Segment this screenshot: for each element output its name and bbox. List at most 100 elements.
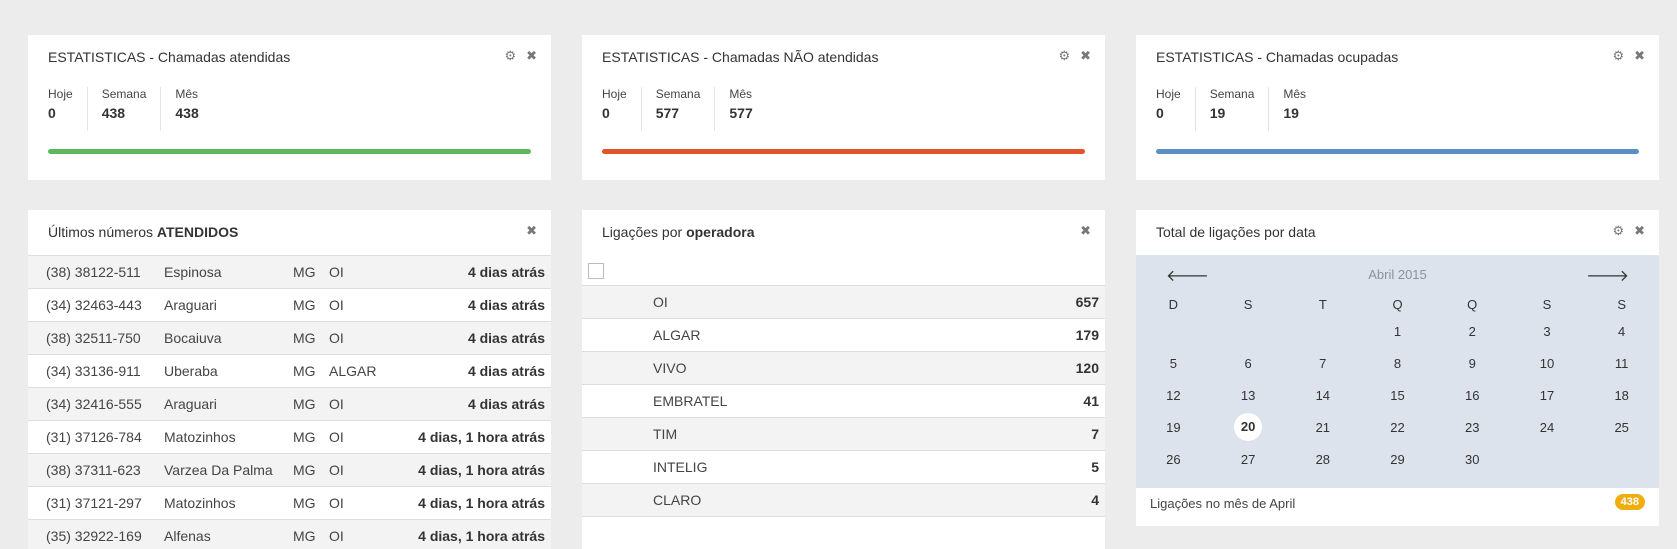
calendar-day[interactable]: 5 bbox=[1136, 356, 1211, 371]
calendar-day[interactable]: 4 bbox=[1584, 324, 1659, 339]
calendar-day[interactable]: 17 bbox=[1510, 388, 1585, 403]
weekday-label: S bbox=[1243, 296, 1253, 312]
weekday-label: D bbox=[1168, 296, 1179, 312]
close-icon[interactable]: ✖ bbox=[526, 48, 537, 64]
select-all-row bbox=[582, 255, 1105, 286]
calendar: 🡐 Abril 2015 🡒 D S T Q Q S S 1 2 3 4 5 6 7 8 9 10 11 12 13 1… bbox=[1136, 255, 1659, 488]
calendar-week: 26 27 28 29 30 bbox=[1136, 443, 1659, 475]
time-ago: 4 dias atrás bbox=[467, 396, 545, 412]
city: Uberaba bbox=[164, 363, 218, 379]
calendar-day[interactable]: 20 bbox=[1211, 413, 1286, 441]
time-ago: 4 dias, 1 hora atrás bbox=[418, 528, 545, 544]
table-row[interactable]: (35) 32922-169 Alfenas MG OI 4 dias, 1 hora … bbox=[28, 520, 551, 549]
calendar-day[interactable]: 23 bbox=[1435, 420, 1510, 435]
state: MG bbox=[293, 396, 316, 412]
calendar-day[interactable]: 22 bbox=[1360, 420, 1435, 435]
calendar-grid: D S T Q Q S S 1 2 3 4 5 6 7 8 9 10 11 12 13 14 15 16 17 18 19 20 21… bbox=[1136, 293, 1659, 475]
operadora-table: OI 657 ALGAR 179 VIVO 120 EMBRATEL 41 TIM 7 INTELI… bbox=[582, 255, 1105, 517]
calendar-day[interactable]: 6 bbox=[1211, 356, 1286, 371]
gear-icon[interactable]: ⚙ bbox=[1612, 48, 1624, 64]
phone-number: (38) 37311-623 bbox=[46, 462, 141, 478]
calendar-day[interactable]: 15 bbox=[1360, 388, 1435, 403]
table-row[interactable]: OI 657 bbox=[582, 286, 1105, 319]
calendar-week: 12 13 14 15 16 17 18 bbox=[1136, 379, 1659, 411]
operator: OI bbox=[329, 330, 344, 346]
table-row[interactable]: (38) 38122-511 Espinosa MG OI 4 dias atrás bbox=[28, 256, 551, 289]
city: Espinosa bbox=[164, 264, 222, 280]
calendar-day[interactable]: 1 bbox=[1360, 324, 1435, 339]
state: MG bbox=[293, 363, 316, 379]
table-row[interactable]: (38) 37311-623 Varzea Da Palma MG OI 4 dias,… bbox=[28, 454, 551, 487]
stat-semana: Semana 577 bbox=[656, 87, 716, 131]
calendar-month: Abril 2015 bbox=[1368, 267, 1427, 282]
city: Varzea Da Palma bbox=[164, 462, 273, 478]
gear-icon[interactable]: ⚙ bbox=[1058, 48, 1070, 64]
calendar-day[interactable]: 19 bbox=[1136, 420, 1211, 435]
stat-hoje: Hoje 0 bbox=[1156, 87, 1196, 131]
calendar-day[interactable]: 11 bbox=[1584, 356, 1659, 371]
time-ago: 4 dias atrás bbox=[467, 297, 545, 313]
city: Matozinhos bbox=[164, 429, 236, 445]
phone-number: (38) 32511-750 bbox=[46, 330, 141, 346]
calendar-day[interactable]: 30 bbox=[1435, 452, 1510, 467]
ligacoes-operadora-widget: Ligações por operadora ✖ OI 657 ALGAR 179 VI… bbox=[582, 210, 1105, 549]
stat-value: 0 bbox=[602, 105, 610, 121]
weekday-label: Q bbox=[1392, 296, 1403, 312]
close-icon[interactable]: ✖ bbox=[526, 223, 537, 239]
calendar-day[interactable]: 7 bbox=[1285, 356, 1360, 371]
calendar-day[interactable]: 2 bbox=[1435, 324, 1510, 339]
table-row[interactable]: EMBRATEL 41 bbox=[582, 385, 1105, 418]
select-all-checkbox[interactable] bbox=[588, 263, 604, 279]
state: MG bbox=[293, 495, 316, 511]
table-row[interactable]: (34) 32416-555 Araguari MG OI 4 dias atrás bbox=[28, 388, 551, 421]
time-ago: 4 dias, 1 hora atrás bbox=[418, 495, 545, 511]
operator-total: 120 bbox=[1075, 360, 1099, 376]
operator-total: 4 bbox=[1091, 492, 1099, 508]
table-row[interactable]: INTELIG 5 bbox=[582, 451, 1105, 484]
table-row[interactable]: VIVO 120 bbox=[582, 352, 1105, 385]
operator: OI bbox=[329, 396, 344, 412]
table-row[interactable]: (34) 33136-911 Uberaba MG ALGAR 4 dias atrás bbox=[28, 355, 551, 388]
calendar-day[interactable]: 26 bbox=[1136, 452, 1211, 467]
time-ago: 4 dias, 1 hora atrás bbox=[418, 462, 545, 478]
calendar-day[interactable]: 9 bbox=[1435, 356, 1510, 371]
table-row[interactable]: (38) 32511-750 Bocaiuva MG OI 4 dias atrás bbox=[28, 322, 551, 355]
calendar-day[interactable]: 16 bbox=[1435, 388, 1510, 403]
calendar-day[interactable]: 18 bbox=[1584, 388, 1659, 403]
table-row[interactable]: (31) 37121-297 Matozinhos MG OI 4 dias, 1 ho… bbox=[28, 487, 551, 520]
calendar-day[interactable]: 14 bbox=[1285, 388, 1360, 403]
stat-semana: Semana 438 bbox=[102, 87, 162, 131]
calendar-day[interactable]: 27 bbox=[1211, 452, 1286, 467]
close-icon[interactable]: ✖ bbox=[1634, 48, 1645, 64]
close-icon[interactable]: ✖ bbox=[1634, 223, 1645, 239]
close-icon[interactable]: ✖ bbox=[1080, 223, 1091, 239]
widget-title: ESTATISTICAS - Chamadas atendidas bbox=[48, 49, 291, 65]
gear-icon[interactable]: ⚙ bbox=[1612, 223, 1624, 239]
widget-title: Últimos números ATENDIDOS bbox=[48, 224, 239, 240]
table-row[interactable]: TIM 7 bbox=[582, 418, 1105, 451]
close-icon[interactable]: ✖ bbox=[1080, 48, 1091, 64]
table-row[interactable]: ALGAR 179 bbox=[582, 319, 1105, 352]
gear-icon[interactable]: ⚙ bbox=[504, 48, 516, 64]
weekday-label: T bbox=[1318, 296, 1327, 312]
calendar-day[interactable]: 12 bbox=[1136, 388, 1211, 403]
table-row[interactable]: CLARO 4 bbox=[582, 484, 1105, 517]
next-month-icon[interactable]: 🡒 bbox=[1586, 265, 1629, 286]
calendar-day[interactable]: 25 bbox=[1584, 420, 1659, 435]
ultimos-atendidos-widget: Últimos números ATENDIDOS ✖ (38) 38122-5… bbox=[28, 210, 551, 549]
calendar-day[interactable]: 24 bbox=[1510, 420, 1585, 435]
table-row[interactable]: (31) 37126-784 Matozinhos MG OI 4 dias, 1 ho… bbox=[28, 421, 551, 454]
calendar-day[interactable]: 21 bbox=[1285, 420, 1360, 435]
calendar-day[interactable]: 8 bbox=[1360, 356, 1435, 371]
stat-mes: Mês 438 bbox=[175, 87, 199, 121]
phone-number: (31) 37121-297 bbox=[46, 495, 142, 511]
calendar-day[interactable]: 29 bbox=[1360, 452, 1435, 467]
calendar-day[interactable]: 13 bbox=[1211, 388, 1286, 403]
calendar-day[interactable]: 28 bbox=[1285, 452, 1360, 467]
progress-bar bbox=[602, 149, 1085, 154]
operator-name: OI bbox=[653, 294, 668, 310]
calendar-day[interactable]: 10 bbox=[1510, 356, 1585, 371]
table-row[interactable]: (34) 32463-443 Araguari MG OI 4 dias atrás bbox=[28, 289, 551, 322]
operator: ALGAR bbox=[329, 363, 377, 379]
calendar-day[interactable]: 3 bbox=[1510, 324, 1585, 339]
